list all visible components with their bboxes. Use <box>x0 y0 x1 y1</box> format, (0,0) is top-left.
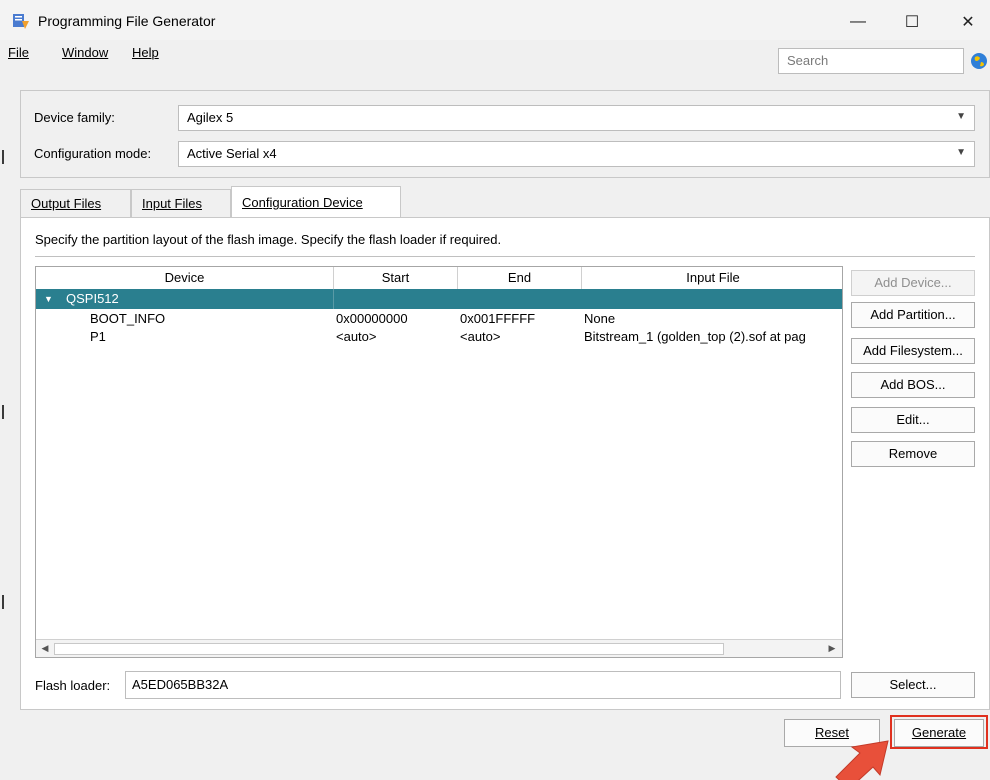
remove-button[interactable]: Remove <box>851 441 975 467</box>
tab-configuration-device-label: Configuration Device <box>242 195 363 210</box>
configuration-mode-value: Active Serial x4 <box>187 146 277 161</box>
row-start: <auto> <box>336 329 377 344</box>
add-filesystem-button[interactable]: Add Filesystem... <box>851 338 975 364</box>
scroll-right-icon[interactable]: ▶ <box>824 641 840 655</box>
edit-button[interactable]: Edit... <box>851 407 975 433</box>
configuration-mode-label: Configuration mode: <box>34 146 152 161</box>
row-input-file: Bitstream_1 (golden_top (2).sof at pag <box>584 329 806 344</box>
pointer-arrow-icon <box>835 740 889 780</box>
configuration-device-panel: Specify the partition layout of the flas… <box>20 217 990 710</box>
column-header-start[interactable]: Start <box>334 267 458 289</box>
expand-arrow-icon[interactable]: ▼ <box>44 290 53 308</box>
divider <box>35 256 975 257</box>
tab-input-files-label: Input Files <box>142 196 202 211</box>
minimize-button[interactable]: — <box>838 8 878 36</box>
scrollbar-thumb[interactable] <box>54 643 724 655</box>
chevron-down-icon: ▼ <box>956 111 966 122</box>
tab-configuration-device[interactable]: Configuration Device <box>231 186 401 218</box>
group-name: QSPI512 <box>66 291 119 306</box>
window-title: Programming File Generator <box>38 13 216 29</box>
edge-mark <box>2 595 4 609</box>
tab-output-files-label: Output Files <box>31 196 102 211</box>
configuration-mode-select[interactable]: Active Serial x4 ▼ <box>178 141 975 167</box>
menu-window[interactable]: Window <box>62 45 108 60</box>
row-input-file: None <box>584 311 616 326</box>
menu-help[interactable]: Help <box>132 45 159 60</box>
instructions-text: Specify the partition layout of the flas… <box>35 232 502 247</box>
table-row-group[interactable]: ▼ QSPI512 <box>36 289 842 309</box>
horizontal-scrollbar[interactable]: ◀ ▶ <box>36 639 842 657</box>
globe-icon[interactable] <box>970 52 988 70</box>
device-family-label: Device family: <box>34 110 115 125</box>
flash-loader-input[interactable]: A5ED065BB32A <box>125 671 841 699</box>
column-header-end[interactable]: End <box>458 267 582 289</box>
row-end: 0x001FFFFF <box>460 311 536 326</box>
programming-file-generator-window: Programming File Generator — ☐ ✕ File Wi… <box>0 0 990 780</box>
app-icon <box>13 14 29 29</box>
row-end: <auto> <box>460 329 501 344</box>
add-device-button[interactable]: Add Device... <box>851 270 975 296</box>
device-family-select[interactable]: Agilex 5 ▼ <box>178 105 975 131</box>
menu-file[interactable]: File <box>8 45 29 60</box>
row-start: 0x00000000 <box>336 311 408 326</box>
column-header-input-file[interactable]: Input File <box>582 267 842 289</box>
search-input[interactable]: Search <box>778 48 964 74</box>
partition-table: Device Start End Input File ▼ QSPI512 BO… <box>35 266 843 658</box>
scroll-left-icon[interactable]: ◀ <box>37 641 53 655</box>
edge-mark <box>2 150 4 164</box>
add-bos-button[interactable]: Add BOS... <box>851 372 975 398</box>
maximize-button[interactable]: ☐ <box>892 8 932 36</box>
device-family-value: Agilex 5 <box>187 110 234 125</box>
column-header-device[interactable]: Device <box>36 267 334 289</box>
close-button[interactable]: ✕ <box>948 8 988 36</box>
select-button[interactable]: Select... <box>851 672 975 698</box>
row-device: BOOT_INFO <box>90 311 166 326</box>
tab-output-files[interactable]: Output Files <box>20 189 131 217</box>
edge-mark <box>2 405 4 419</box>
add-partition-button[interactable]: Add Partition... <box>851 302 975 328</box>
tab-input-files[interactable]: Input Files <box>131 189 231 217</box>
table-header: Device Start End Input File <box>36 267 842 290</box>
title-bar: Programming File Generator — ☐ ✕ <box>0 0 990 40</box>
flash-loader-label: Flash loader: <box>35 678 111 693</box>
chevron-down-icon: ▼ <box>956 147 966 158</box>
row-device: P1 <box>90 329 106 344</box>
device-settings-panel: Device family: Agilex 5 ▼ Configuration … <box>20 90 990 178</box>
generate-highlight-box <box>890 715 988 749</box>
